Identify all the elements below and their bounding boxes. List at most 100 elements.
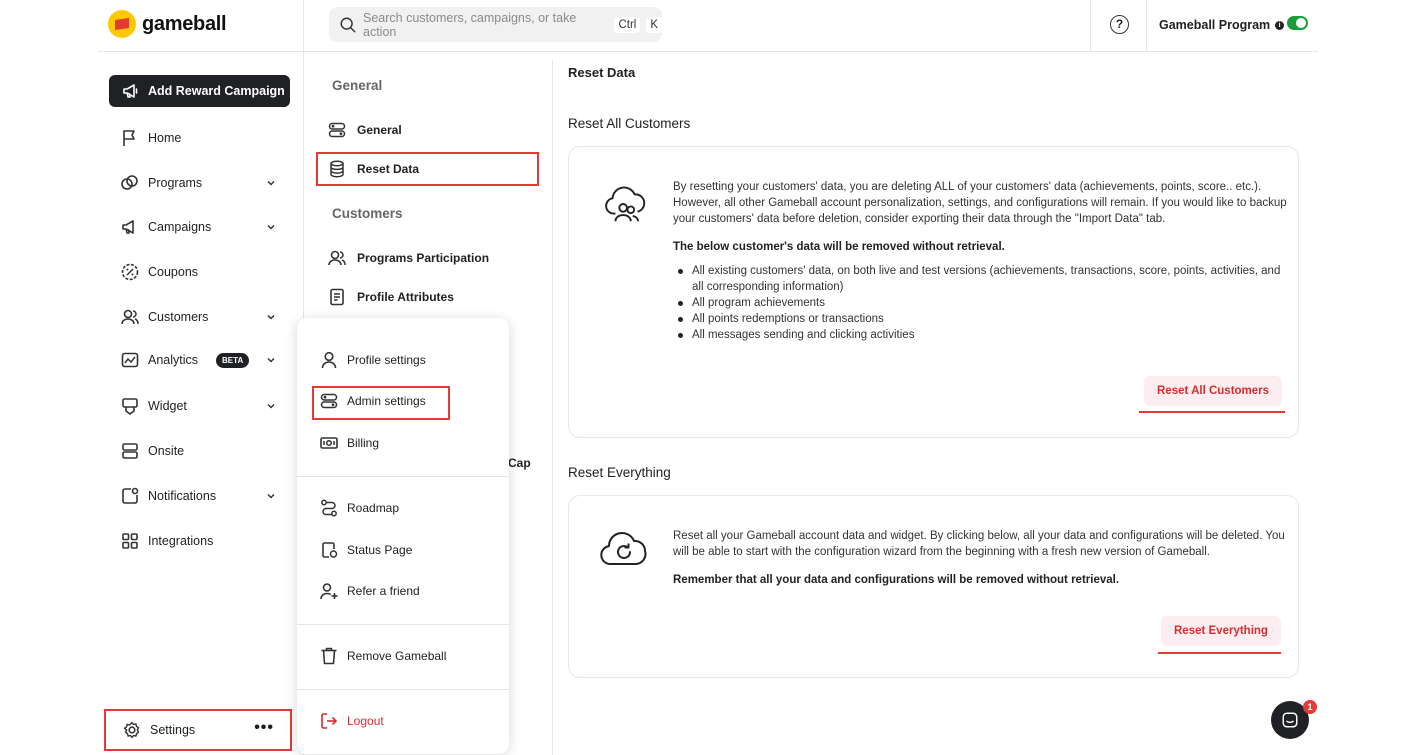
cloud-users-icon: [603, 181, 649, 227]
chevron-down-icon[interactable]: [266, 401, 276, 411]
settings-nav-label: Profile Attributes: [357, 290, 454, 304]
menu-item-label: Remove Gameball: [347, 649, 447, 663]
sidebar-item-notifications[interactable]: Notifications: [120, 485, 280, 507]
settings-label: Settings: [150, 723, 196, 737]
reset-customers-list: All existing customers' data, on both li…: [673, 263, 1289, 343]
chevron-down-icon[interactable]: [266, 222, 276, 232]
users-icon: [120, 307, 140, 327]
sidebar-item-integrations[interactable]: Integrations: [120, 530, 280, 552]
reset-everything-button[interactable]: Reset Everything: [1161, 616, 1281, 646]
program-selector[interactable]: Gameball Program i: [1159, 18, 1285, 32]
reset-customers-description: By resetting your customers' data, you a…: [673, 181, 1287, 225]
chevron-down-icon[interactable]: [266, 312, 276, 322]
beta-badge: BETA: [216, 352, 250, 368]
search-input[interactable]: Search customers, campaigns, or take act…: [363, 11, 608, 39]
cta-label: Add Reward Campaign: [148, 84, 285, 98]
page-title: Reset Data: [568, 65, 636, 80]
users-icon: [327, 248, 347, 268]
sidebar-item-onsite[interactable]: Onsite: [120, 440, 280, 462]
annotation-underline: [1139, 411, 1285, 413]
user-menu-popup: Profile settings Admin settings Billing …: [297, 318, 509, 754]
sidebar-item-coupons[interactable]: Coupons: [120, 261, 280, 283]
annotation-underline: [1158, 652, 1281, 654]
gameball-logo-icon: [108, 10, 136, 38]
sidebar-item-settings[interactable]: Settings •••: [104, 709, 292, 751]
sidebar-item-label: Programs: [148, 176, 203, 190]
chat-unread-badge: 1: [1303, 700, 1317, 714]
program-status-toggle[interactable]: [1287, 16, 1308, 30]
sidebar-item-label: Campaigns: [148, 220, 212, 234]
settings-nav-general[interactable]: General: [327, 120, 402, 140]
settings-nav-label: General: [357, 123, 402, 137]
widget-icon: [120, 396, 140, 416]
notification-icon: [120, 486, 140, 506]
menu-item-billing[interactable]: Billing: [319, 433, 379, 453]
chevron-down-icon[interactable]: [266, 491, 276, 501]
menu-item-status-page[interactable]: Status Page: [319, 540, 412, 560]
more-icon[interactable]: •••: [254, 720, 274, 736]
route-icon: [319, 498, 339, 518]
sidebar-item-analytics[interactable]: Analytics BETA: [120, 349, 280, 371]
settings-nav-reset-data[interactable]: Reset Data: [327, 159, 419, 179]
shortcut-key: K: [646, 16, 662, 33]
section-customers: Customers: [332, 206, 403, 221]
billing-icon: [319, 433, 339, 453]
menu-item-logout[interactable]: Logout: [319, 711, 384, 731]
megaphone-icon: [120, 217, 140, 237]
divider: [1090, 0, 1091, 52]
menu-item-refer-friend[interactable]: Refer a friend: [319, 581, 420, 601]
menu-item-remove-gameball[interactable]: Remove Gameball: [319, 646, 446, 666]
chart-icon: [120, 350, 140, 370]
list-item: All program achievements: [673, 295, 1289, 311]
sidebar-item-label: Customers: [148, 310, 209, 324]
menu-item-label: Logout: [347, 714, 384, 728]
sidebar-item-label: Coupons: [148, 265, 199, 279]
brand-logo[interactable]: gameball: [108, 10, 227, 38]
divider: [303, 0, 304, 52]
menu-item-roadmap[interactable]: Roadmap: [319, 498, 399, 518]
document-icon: [327, 287, 347, 307]
toggles-icon: [319, 391, 339, 411]
settings-nav-partial-item[interactable]: Cap: [508, 456, 531, 470]
divider: [1146, 0, 1147, 52]
top-bar: gameball Search customers, campaigns, or…: [98, 0, 1318, 52]
info-icon[interactable]: i: [1275, 20, 1285, 30]
list-item: All existing customers' data, on both li…: [673, 263, 1289, 295]
coupon-icon: [120, 262, 140, 282]
reset-everything-heading: Reset Everything: [568, 465, 671, 480]
sidebar-item-programs[interactable]: Programs: [120, 172, 280, 194]
settings-nav-profile-attributes[interactable]: Profile Attributes: [327, 287, 454, 307]
menu-item-label: Status Page: [347, 543, 413, 557]
sidebar-item-home[interactable]: Home: [120, 127, 280, 149]
section-general: General: [332, 78, 383, 93]
search-bar[interactable]: Search customers, campaigns, or take act…: [329, 7, 662, 42]
add-reward-campaign-button[interactable]: Add Reward Campaign: [109, 75, 290, 107]
flag-icon: [120, 128, 140, 148]
search-icon: [339, 16, 357, 34]
sidebar-item-label: Home: [148, 131, 182, 145]
grid-icon: [120, 531, 140, 551]
sidebar-item-widget[interactable]: Widget: [120, 395, 280, 417]
database-icon: [327, 159, 347, 179]
reset-all-customers-button[interactable]: Reset All Customers: [1144, 376, 1283, 406]
content-divider: [552, 60, 553, 755]
menu-item-label: Roadmap: [347, 501, 400, 515]
list-item: All messages sending and clicking activi…: [673, 327, 1289, 343]
settings-nav-label: Reset Data: [357, 162, 420, 176]
sidebar-item-label: Widget: [148, 399, 187, 413]
user-plus-icon: [319, 581, 339, 601]
menu-item-admin-settings[interactable]: Admin settings: [319, 391, 426, 411]
onsite-icon: [120, 441, 140, 461]
menu-divider: [297, 476, 509, 477]
sidebar-item-customers[interactable]: Customers: [120, 306, 280, 328]
settings-nav-programs-participation[interactable]: Programs Participation: [327, 248, 489, 268]
megaphone-icon: [121, 81, 141, 101]
programs-icon: [120, 173, 140, 193]
chevron-down-icon[interactable]: [266, 355, 276, 365]
chevron-down-icon[interactable]: [266, 178, 276, 188]
sidebar-item-campaigns[interactable]: Campaigns: [120, 216, 280, 238]
help-icon[interactable]: ?: [1110, 15, 1129, 34]
sidebar-item-label: Notifications: [148, 489, 217, 503]
brand-name: gameball: [142, 12, 227, 35]
menu-item-profile-settings[interactable]: Profile settings: [319, 350, 426, 370]
